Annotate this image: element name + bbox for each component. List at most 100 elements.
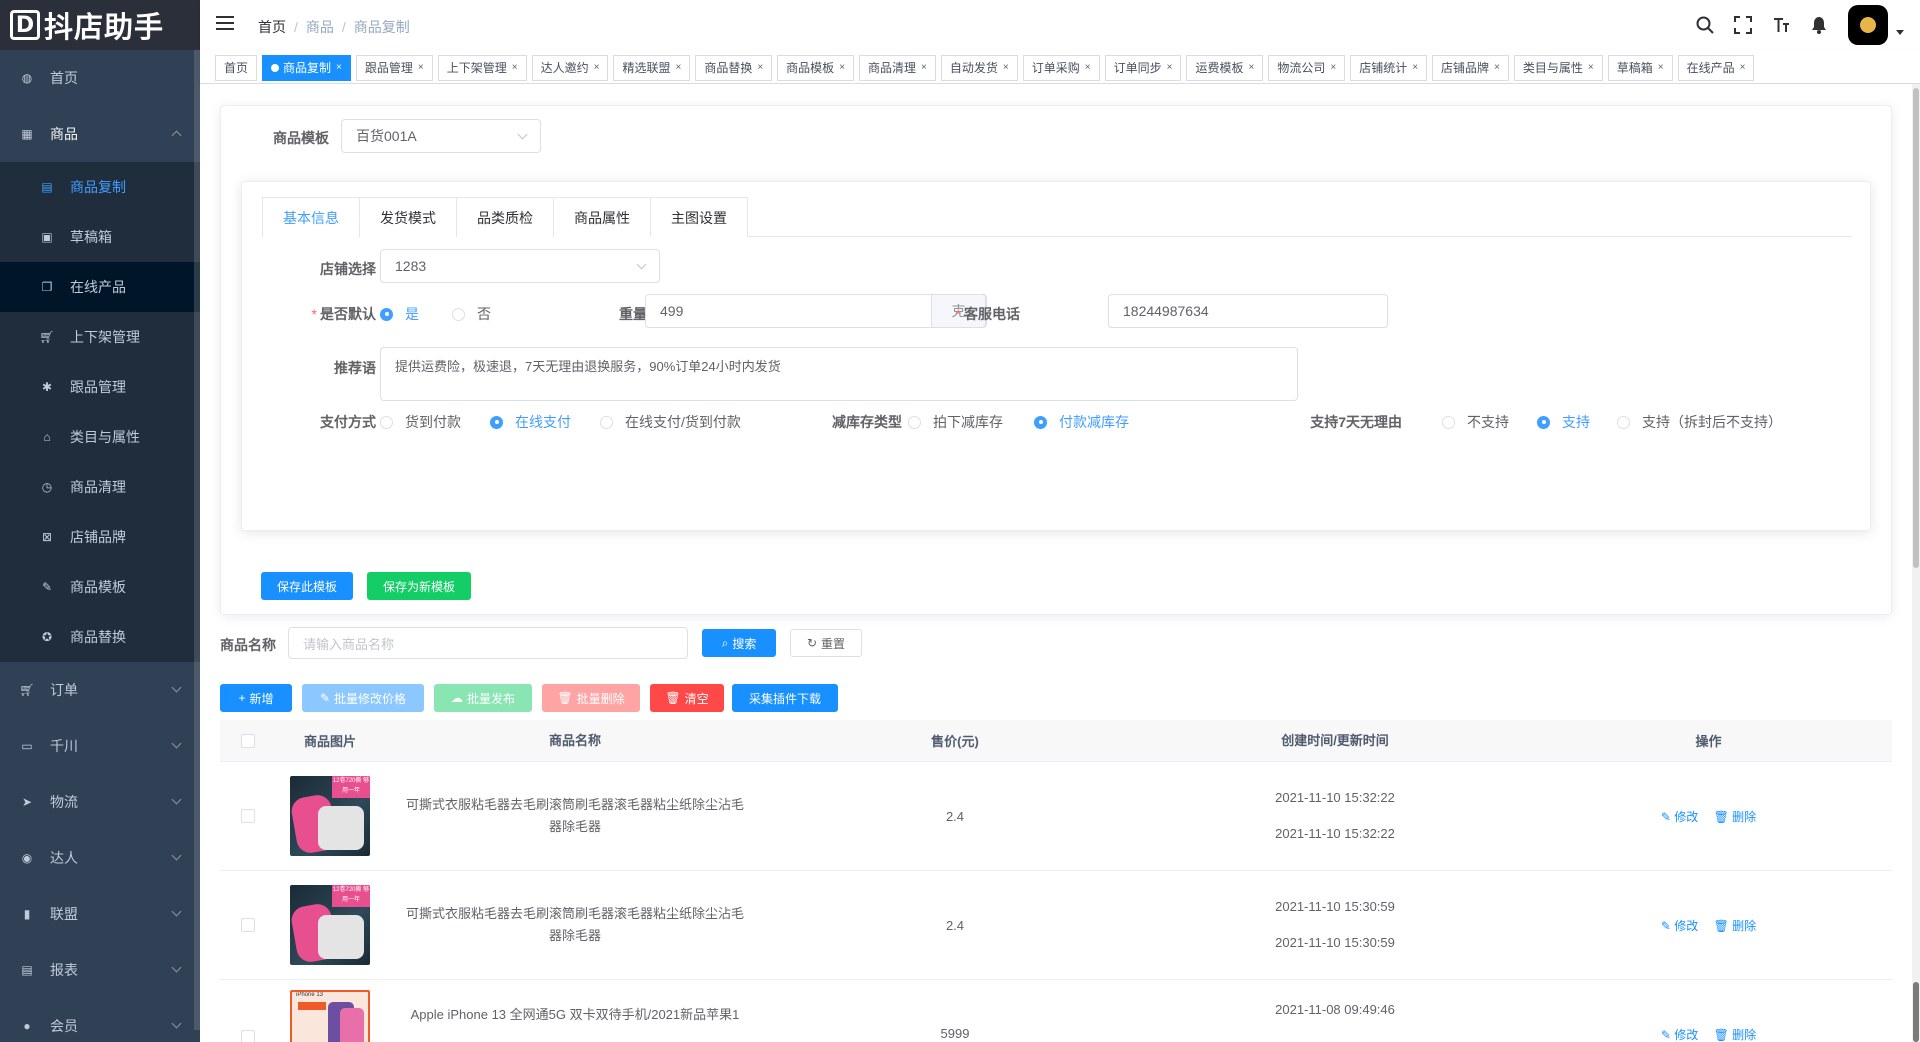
tag-0[interactable]: 首页	[215, 55, 258, 81]
search-button[interactable]: ⌕ 搜索	[702, 629, 776, 657]
tag-6[interactable]: 商品替换 ×	[695, 55, 773, 81]
sidebar-item-orders[interactable]: 🛒︎ 订单	[0, 662, 200, 718]
return-yes-radio[interactable]: 支持	[1537, 412, 1590, 432]
edit-link[interactable]: ✎ 修改	[1661, 810, 1698, 824]
tag-3[interactable]: 上下架管理 ×	[437, 55, 527, 81]
phone-input[interactable]: 18244987634	[1108, 294, 1388, 328]
stock-order-radio[interactable]: 拍下减库存	[908, 412, 1003, 432]
sidebar-item-product-cleanup[interactable]: ◷ 商品清理	[0, 462, 200, 512]
tag-8[interactable]: 商品清理 ×	[859, 55, 936, 81]
sidebar-item-qianchuan[interactable]: ▭ 千川	[0, 718, 200, 774]
close-icon[interactable]: ×	[675, 56, 681, 80]
row-checkbox[interactable]	[240, 918, 255, 932]
delete-link[interactable]: 🗑︎ 删除	[1714, 1028, 1757, 1042]
reset-button[interactable]: ↻ 重置	[790, 629, 862, 657]
bell-icon[interactable]	[1800, 0, 1838, 50]
sidebar-item-category-attributes[interactable]: ⌂ 类目与属性	[0, 412, 200, 462]
row-checkbox[interactable]	[240, 809, 255, 823]
tag-10[interactable]: 订单采购 ×	[1022, 55, 1100, 81]
breadcrumb-products[interactable]: 商品	[306, 19, 334, 35]
hamburger-icon[interactable]	[216, 16, 234, 32]
select-all-checkbox[interactable]	[240, 733, 255, 748]
pay-cod-radio[interactable]: 货到付款	[380, 412, 461, 432]
tag-2[interactable]: 跟品管理 ×	[355, 55, 433, 81]
tag-5[interactable]: 精选联盟 ×	[613, 55, 691, 81]
close-icon[interactable]: ×	[336, 56, 342, 80]
search-input[interactable]: 请输入商品名称	[288, 627, 688, 659]
sidebar-item-drafts[interactable]: ▣ 草稿箱	[0, 212, 200, 262]
edit-link[interactable]: ✎ 修改	[1661, 919, 1698, 933]
tab-quality-inspection[interactable]: 品类质检	[456, 197, 554, 237]
tag-15[interactable]: 店铺品牌 ×	[1432, 55, 1509, 81]
search-icon[interactable]	[1686, 0, 1724, 50]
close-icon[interactable]: ×	[1588, 56, 1594, 80]
caret-down-icon[interactable]	[1896, 29, 1904, 35]
return-no-radio[interactable]: 不支持	[1442, 412, 1509, 432]
tag-13[interactable]: 物流公司 ×	[1268, 55, 1346, 81]
sidebar-item-product-copy[interactable]: ▤ 商品复制	[0, 162, 200, 212]
template-select[interactable]: 百货001A	[341, 119, 541, 153]
tag-12[interactable]: 运费模板 ×	[1186, 55, 1264, 81]
sidebar-item-reports[interactable]: ▤ 报表	[0, 942, 200, 998]
sidebar-item-product-replace[interactable]: ✪ 商品替换	[0, 612, 200, 662]
tab-product-attributes[interactable]: 商品属性	[553, 197, 651, 237]
edit-link[interactable]: ✎ 修改	[1661, 1028, 1698, 1042]
sidebar-item-influencers[interactable]: ◉ 达人	[0, 830, 200, 886]
tag-18[interactable]: 在线产品 ×	[1677, 55, 1755, 81]
font-size-icon[interactable]	[1762, 0, 1800, 50]
close-icon[interactable]: ×	[594, 56, 600, 80]
sidebar-item-members[interactable]: ● 会员	[0, 998, 200, 1042]
tag-7[interactable]: 商品模板 ×	[777, 55, 855, 81]
tag-17[interactable]: 草稿箱 ×	[1607, 55, 1673, 81]
sidebar-item-logistics[interactable]: ➤ 物流	[0, 774, 200, 830]
plugin-download-button[interactable]: 采集插件下载	[732, 684, 838, 712]
batch-delete-button[interactable]: 🗑︎ 批量删除	[542, 684, 640, 712]
pay-online-radio[interactable]: 在线支付	[490, 412, 571, 432]
close-icon[interactable]: ×	[418, 56, 424, 80]
tab-main-image[interactable]: 主图设置	[650, 197, 748, 237]
add-button[interactable]: + 新增	[220, 684, 292, 712]
tag-4[interactable]: 达人邀约 ×	[531, 55, 609, 81]
sidebar-item-follow-management[interactable]: ✱ 跟品管理	[0, 362, 200, 412]
close-icon[interactable]: ×	[921, 56, 927, 80]
tag-11[interactable]: 订单同步 ×	[1104, 55, 1182, 81]
recommend-textarea[interactable]: 提供运费险，极速退，7天无理由退换服务，90%订单24小时内发货	[380, 347, 1298, 401]
tag-9[interactable]: 自动发货 ×	[940, 55, 1018, 81]
tag-16[interactable]: 类目与属性 ×	[1513, 55, 1603, 81]
batch-publish-button[interactable]: ☁ 批量发布	[434, 684, 532, 712]
close-icon[interactable]: ×	[1330, 56, 1336, 80]
sidebar-item-alliance[interactable]: ▮ 联盟	[0, 886, 200, 942]
close-icon[interactable]: ×	[512, 56, 518, 80]
close-icon[interactable]: ×	[1740, 56, 1746, 80]
close-icon[interactable]: ×	[1494, 56, 1500, 80]
fullscreen-icon[interactable]	[1724, 0, 1762, 50]
default-yes-radio[interactable]: 是	[380, 304, 419, 324]
tag-1[interactable]: 商品复制 ×	[262, 55, 351, 81]
close-icon[interactable]: ×	[757, 56, 763, 80]
close-icon[interactable]: ×	[1085, 56, 1091, 80]
avatar[interactable]	[1848, 5, 1888, 45]
close-icon[interactable]: ×	[1412, 56, 1418, 80]
tab-shipping-mode[interactable]: 发货模式	[359, 197, 457, 237]
row-checkbox[interactable]	[240, 1030, 255, 1042]
close-icon[interactable]: ×	[1248, 56, 1254, 80]
breadcrumb-home[interactable]: 首页	[258, 19, 286, 35]
tag-14[interactable]: 店铺统计 ×	[1350, 55, 1428, 81]
tab-basic-info[interactable]: 基本信息	[262, 197, 360, 238]
close-icon[interactable]: ×	[1003, 56, 1009, 80]
save-new-template-button[interactable]: 保存为新模板	[367, 572, 471, 600]
close-icon[interactable]: ×	[839, 56, 845, 80]
default-no-radio[interactable]: 否	[452, 304, 491, 324]
sidebar-item-online-products[interactable]: ❐ 在线产品	[0, 262, 200, 312]
sidebar-item-products[interactable]: ▦ 商品	[0, 106, 200, 162]
return-unsealed-radio[interactable]: 支持（拆封后不支持）	[1617, 412, 1782, 432]
page-scrollbar[interactable]	[1912, 84, 1920, 1042]
close-icon[interactable]: ×	[1167, 56, 1173, 80]
close-icon[interactable]: ×	[1658, 56, 1664, 80]
stock-payment-radio[interactable]: 付款减库存	[1034, 412, 1129, 432]
save-template-button[interactable]: 保存此模板	[261, 572, 353, 600]
shop-select[interactable]: 1283	[380, 249, 660, 283]
pay-both-radio[interactable]: 在线支付/货到付款	[600, 412, 741, 432]
batch-price-button[interactable]: ✎ 批量修改价格	[302, 684, 424, 712]
delete-link[interactable]: 🗑︎ 删除	[1714, 810, 1757, 824]
